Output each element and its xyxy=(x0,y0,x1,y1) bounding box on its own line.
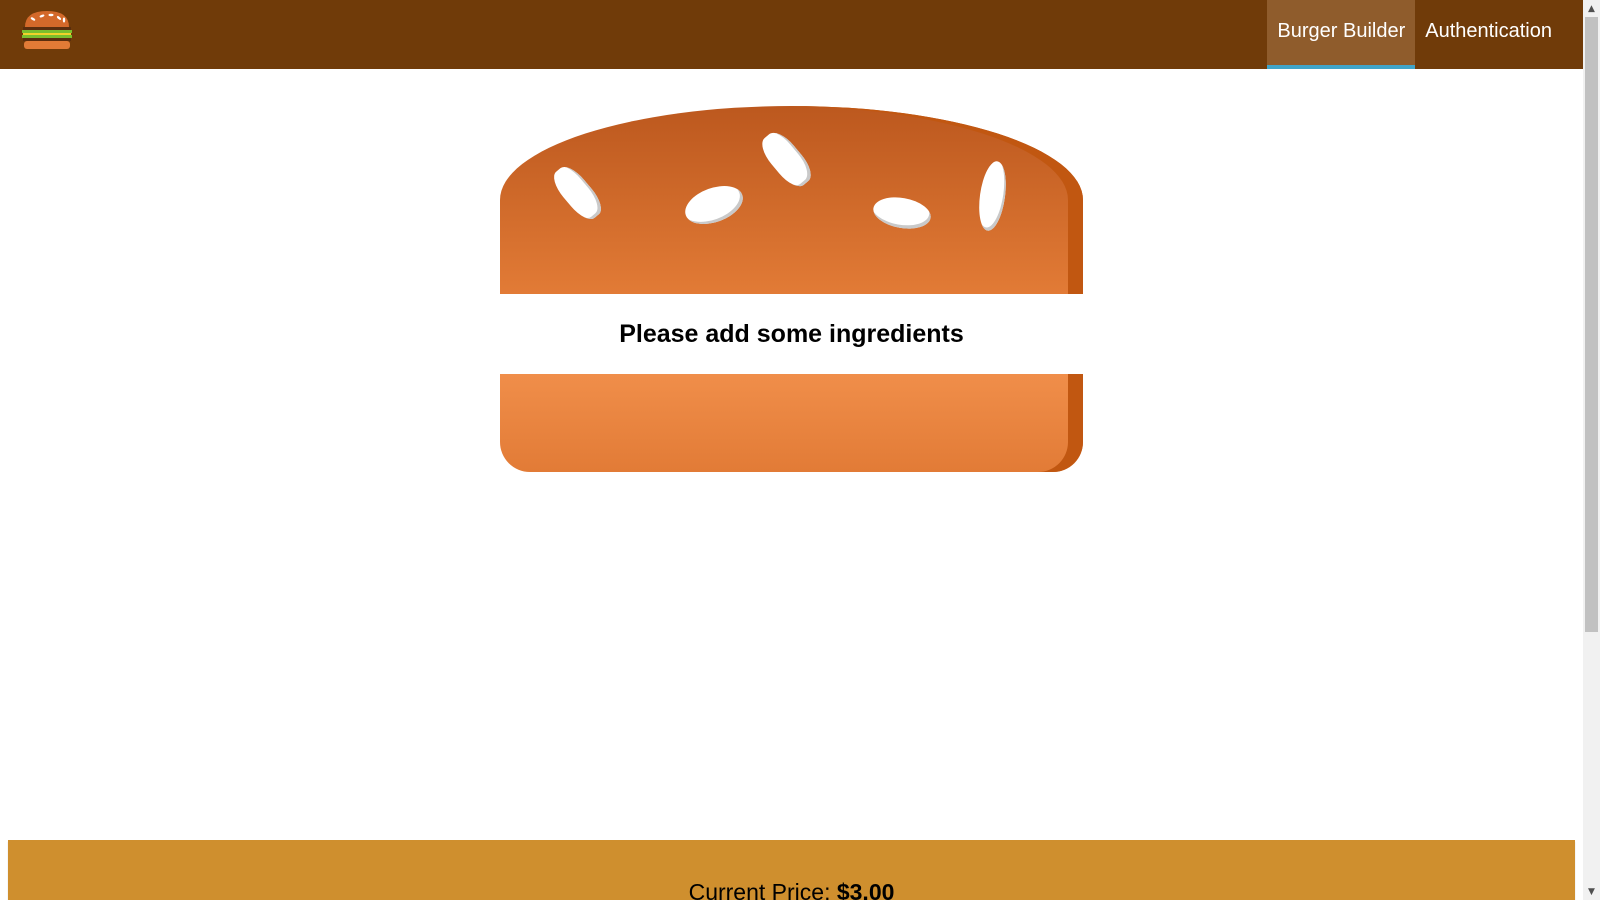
nav-item-label: Authentication xyxy=(1425,20,1552,42)
toolbar: Burger Builder Authentication xyxy=(0,0,1583,69)
nav-item-label: Burger Builder xyxy=(1277,20,1406,42)
burger-logo-icon[interactable] xyxy=(20,7,74,53)
build-controls: Current Price: $3.00 xyxy=(8,840,1575,900)
price-label: Current Price: xyxy=(688,879,837,900)
sesame-seed xyxy=(755,126,818,193)
sesame-seed xyxy=(679,178,749,232)
burger-preview: Please add some ingredients xyxy=(500,106,1083,472)
sesame-seed xyxy=(547,161,608,225)
empty-burger-message: Please add some ingredients xyxy=(619,319,964,348)
app-viewport: Burger Builder Authentication Please add… xyxy=(0,0,1583,900)
price-value: $3.00 xyxy=(836,879,895,900)
current-price: Current Price: $3.00 xyxy=(8,879,1575,900)
scroll-up-arrow-icon[interactable]: ▲ xyxy=(1583,0,1600,17)
scrollbar-thumb[interactable] xyxy=(1585,17,1598,632)
bread-top xyxy=(500,106,1083,294)
navigation-items: Burger Builder Authentication xyxy=(1267,0,1583,69)
nav-item-burger-builder[interactable]: Burger Builder xyxy=(1267,0,1416,69)
vertical-scrollbar[interactable]: ▲ ▼ xyxy=(1583,0,1600,900)
sesame-seed xyxy=(975,159,1010,233)
bread-bottom xyxy=(500,374,1083,472)
sesame-seed xyxy=(870,193,934,233)
scroll-down-arrow-icon[interactable]: ▼ xyxy=(1583,883,1600,900)
nav-item-authentication[interactable]: Authentication xyxy=(1415,0,1583,69)
